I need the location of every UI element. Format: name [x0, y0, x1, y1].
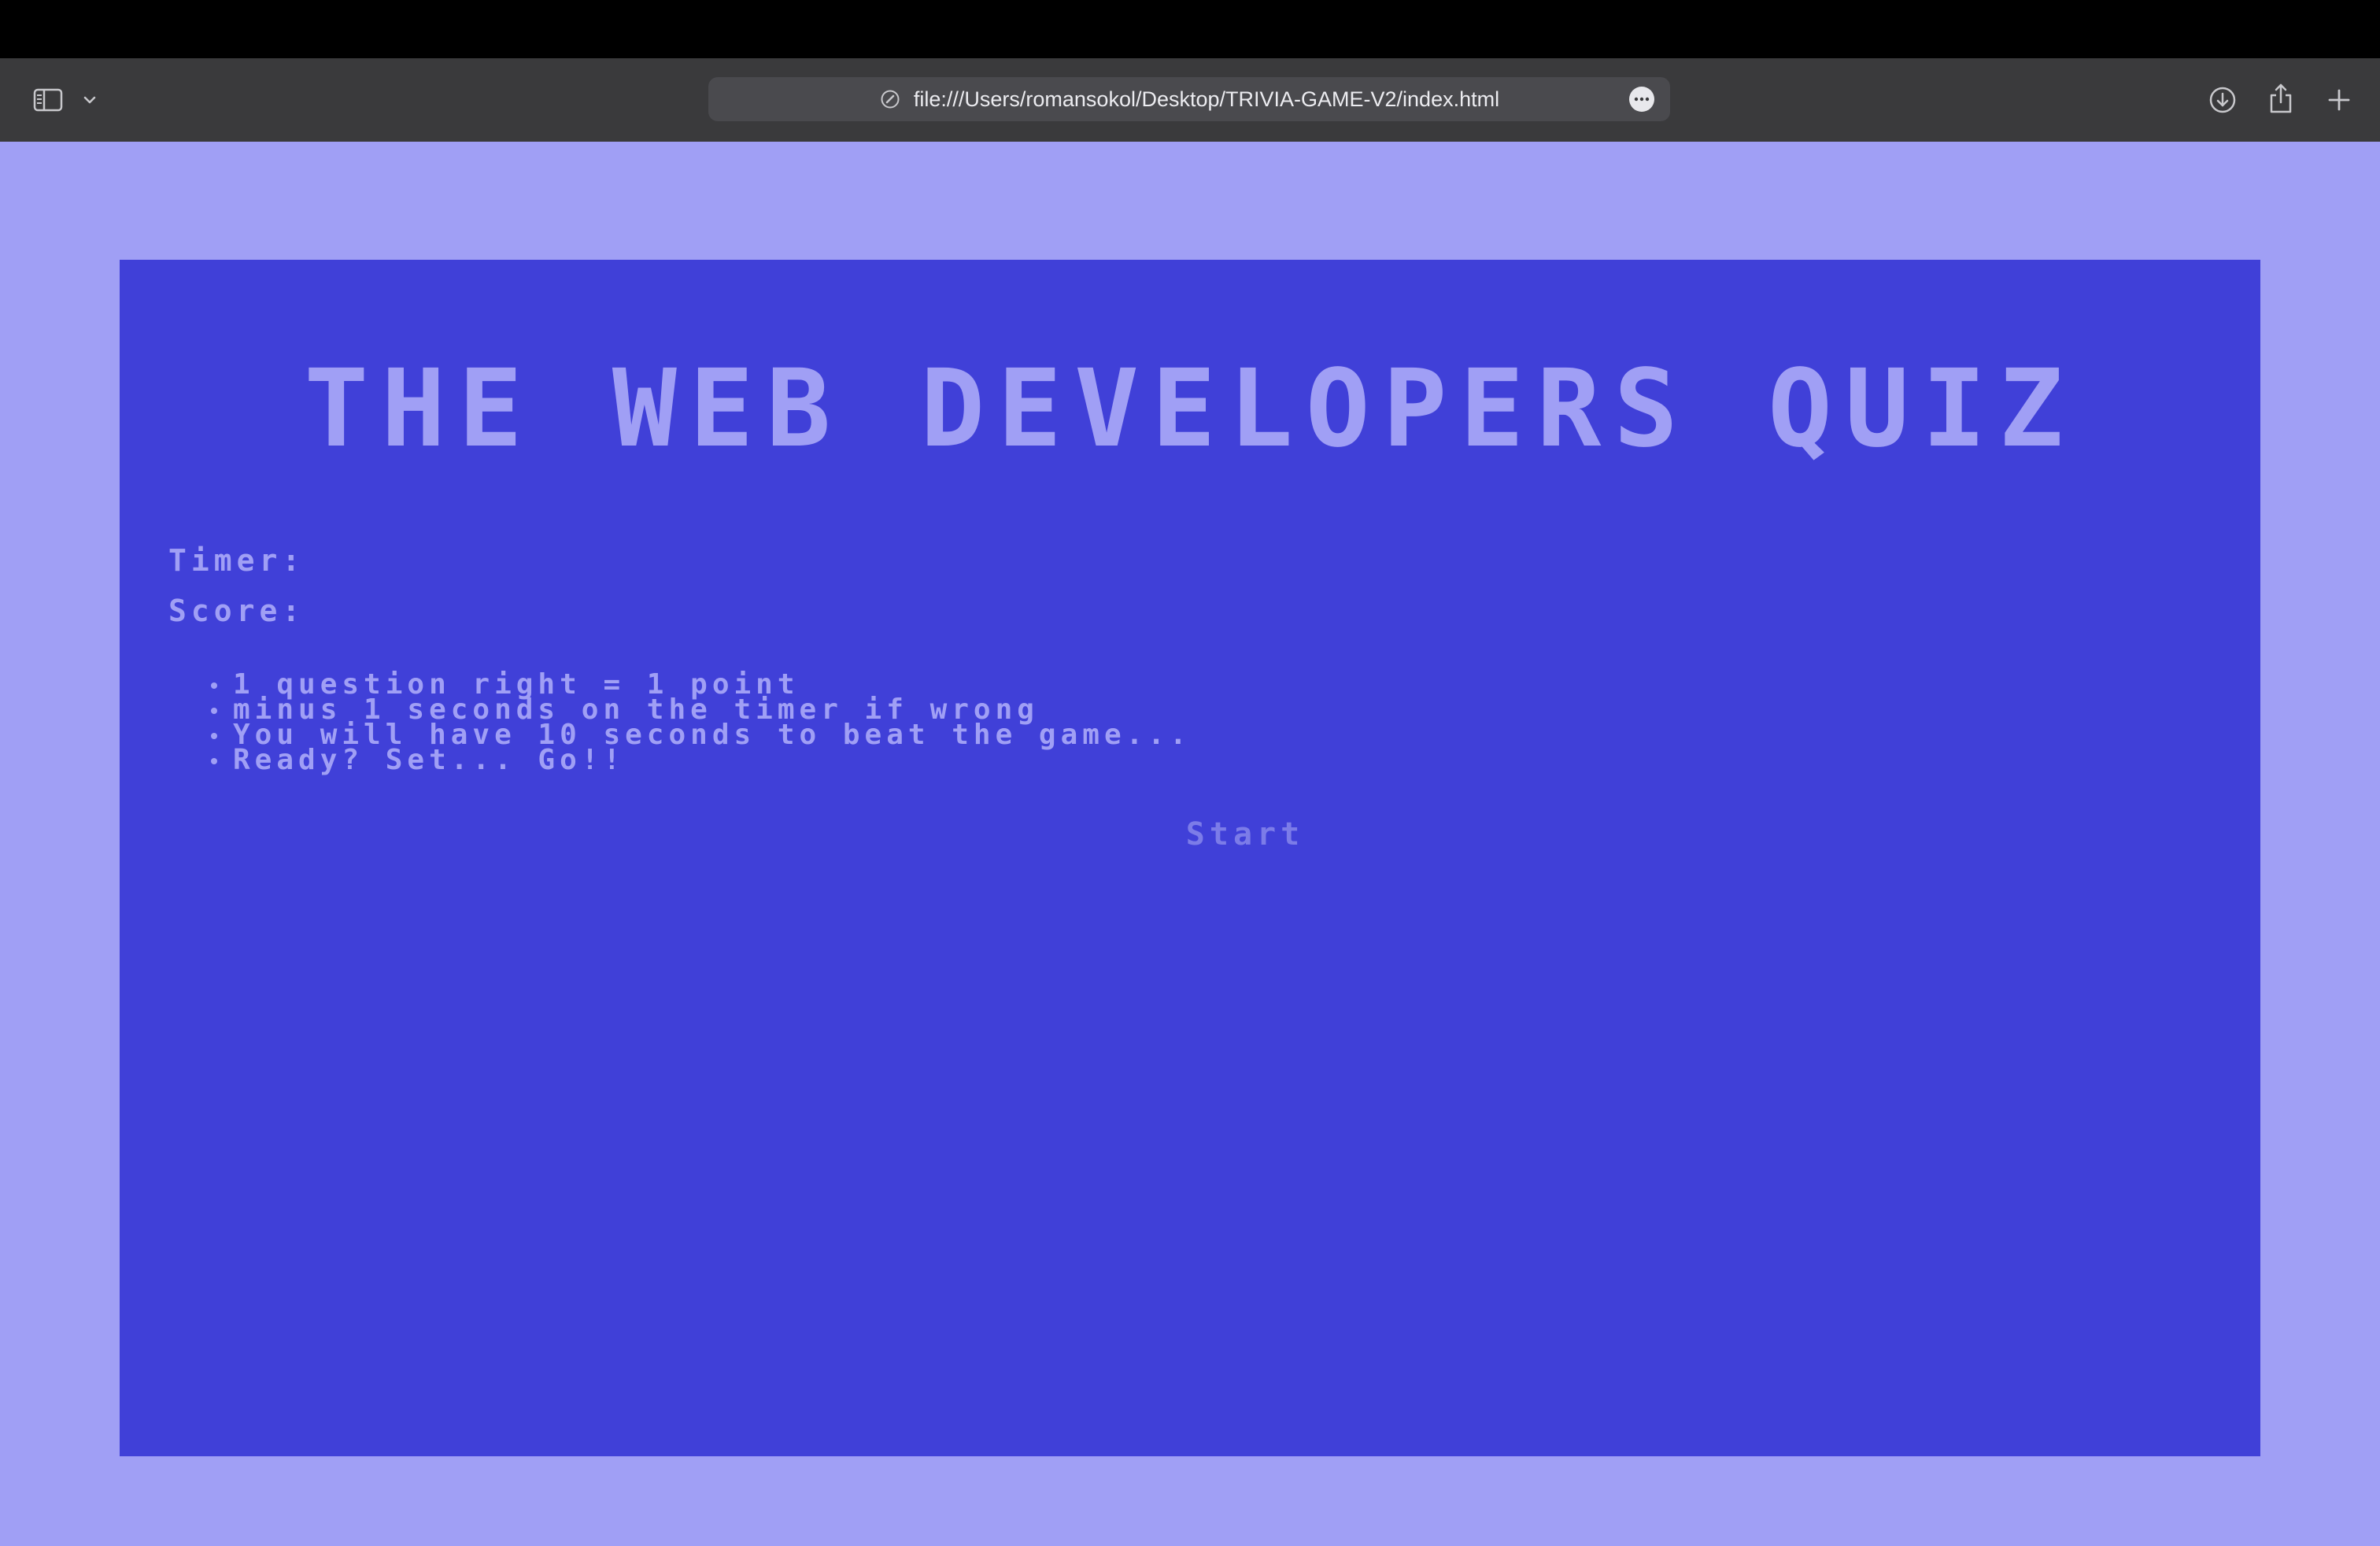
start-button[interactable]: Start: [1151, 811, 1340, 858]
rule-item: Ready? Set... Go!!: [206, 746, 1192, 775]
rules-list: 1 question right = 1 point minus 1 secon…: [206, 671, 1192, 775]
compass-icon: [879, 88, 901, 110]
sidebar-icon[interactable]: [31, 82, 65, 118]
timer-label: Timer:: [168, 543, 305, 578]
url-text: file:///Users/romansokol/Desktop/TRIVIA-…: [913, 87, 1500, 111]
plus-icon[interactable]: [2322, 82, 2356, 118]
share-icon[interactable]: [2264, 79, 2298, 118]
browser-toolbar: file:///Users/romansokol/Desktop/TRIVIA-…: [0, 58, 2380, 142]
score-label: Score:: [168, 594, 305, 628]
quiz-container: THE WEB DEVELOPERS QUIZ Timer: Score: 1 …: [120, 260, 2260, 1456]
window-top-bar: [0, 0, 2380, 58]
address-bar[interactable]: file:///Users/romansokol/Desktop/TRIVIA-…: [708, 77, 1670, 121]
quiz-title: THE WEB DEVELOPERS QUIZ: [304, 347, 2076, 472]
ellipsis-icon[interactable]: [1629, 87, 1654, 112]
chevron-down-icon[interactable]: [79, 85, 101, 115]
page-background: THE WEB DEVELOPERS QUIZ Timer: Score: 1 …: [0, 142, 2380, 1546]
download-icon[interactable]: [2205, 82, 2240, 118]
